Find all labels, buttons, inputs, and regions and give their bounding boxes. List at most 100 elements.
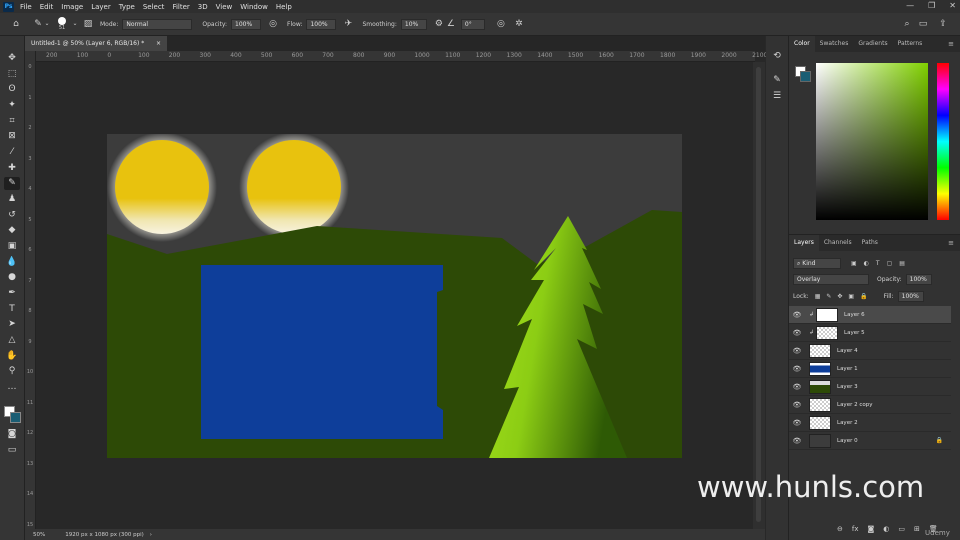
- panel-menu-icon[interactable]: ≡: [948, 40, 954, 48]
- mode-select[interactable]: Normal: [122, 18, 193, 30]
- link-layers-icon[interactable]: ⊖: [837, 525, 843, 533]
- eye-icon[interactable]: 👁: [789, 419, 805, 427]
- move-tool-icon[interactable]: ✥: [4, 52, 20, 65]
- layer-name[interactable]: Layer 2 copy: [837, 402, 872, 408]
- minimize-icon[interactable]: —: [906, 1, 914, 10]
- layer-name[interactable]: Layer 4: [837, 348, 858, 354]
- tab-swatches[interactable]: Swatches: [815, 36, 854, 52]
- layer-row[interactable]: 👁 Layer 0 🔒: [789, 432, 951, 450]
- opacity-field[interactable]: 100%: [231, 18, 262, 30]
- gradient-tool-icon[interactable]: ▣: [4, 240, 20, 253]
- vertical-scrollbar[interactable]: [753, 62, 765, 529]
- layers-panel-menu-icon[interactable]: ≡: [948, 239, 954, 247]
- fill-field[interactable]: 100%: [897, 291, 924, 302]
- symmetry-icon[interactable]: ✲: [513, 18, 525, 30]
- eye-icon[interactable]: 👁: [789, 401, 805, 409]
- document-canvas[interactable]: [107, 134, 682, 458]
- eyedropper-icon[interactable]: ⁄: [4, 146, 20, 159]
- layer-name[interactable]: Layer 2: [837, 420, 858, 426]
- menu-help[interactable]: Help: [276, 3, 292, 11]
- brush-tool-icon[interactable]: ✎: [4, 177, 20, 190]
- tab-patterns[interactable]: Patterns: [893, 36, 928, 52]
- layer-row[interactable]: 👁 Layer 1: [789, 360, 951, 378]
- history-brush-icon[interactable]: ↺: [4, 209, 20, 222]
- pen-tool-icon[interactable]: ✒: [4, 287, 20, 300]
- menu-file[interactable]: File: [20, 3, 32, 11]
- lock-icons[interactable]: ▦✎✥▣🔒: [815, 293, 874, 300]
- scroll-thumb[interactable]: [756, 67, 761, 522]
- menu-3d[interactable]: 3D: [198, 3, 208, 11]
- gear-icon[interactable]: ⚙: [433, 18, 445, 30]
- search-icon[interactable]: ⌕: [901, 18, 913, 30]
- blur-tool-icon[interactable]: 💧: [4, 256, 20, 269]
- layer-filter-icons[interactable]: ▣◐T▢▤: [851, 260, 912, 267]
- layer-filter-select[interactable]: ⌕ Kind: [793, 258, 841, 269]
- add-mask-icon[interactable]: ◙: [867, 525, 874, 533]
- brush-settings-icon[interactable]: ▨: [82, 18, 94, 30]
- tab-channels[interactable]: Channels: [819, 235, 857, 251]
- background-color-swatch[interactable]: [10, 412, 21, 423]
- menu-view[interactable]: View: [216, 3, 233, 11]
- layer-opacity-field[interactable]: 100%: [905, 274, 932, 285]
- layer-name[interactable]: Layer 5: [844, 330, 865, 336]
- path-select-icon[interactable]: ➤: [4, 318, 20, 331]
- screen-mode-icon[interactable]: ▭: [4, 444, 20, 457]
- layer-row[interactable]: 👁 Layer 4: [789, 342, 951, 360]
- panel-background-swatch[interactable]: [800, 71, 811, 82]
- hand-tool-icon[interactable]: ✋: [4, 350, 20, 363]
- dodge-tool-icon[interactable]: ●: [4, 271, 20, 284]
- adjustments-panel-icon[interactable]: ☰: [769, 90, 785, 103]
- share-icon[interactable]: ⇪: [937, 18, 949, 30]
- close-tab-icon[interactable]: ×: [156, 36, 161, 51]
- layer-row[interactable]: 👁 ↲ Layer 6: [789, 306, 951, 324]
- marquee-tool-icon[interactable]: ⬚: [4, 68, 20, 81]
- eye-icon[interactable]: 👁: [789, 311, 805, 319]
- tab-color[interactable]: Color: [789, 36, 815, 52]
- menu-window[interactable]: Window: [240, 3, 268, 11]
- type-tool-icon[interactable]: T: [4, 303, 20, 316]
- smoothing-field[interactable]: 10%: [400, 18, 427, 30]
- document-tab[interactable]: Untitled-1 @ 50% (Layer 6, RGB/16) * ×: [25, 36, 167, 51]
- eye-icon[interactable]: 👁: [789, 383, 805, 391]
- workspace-icon[interactable]: ▭: [917, 18, 929, 30]
- new-layer-icon[interactable]: ⊞: [914, 525, 920, 533]
- menu-filter[interactable]: Filter: [172, 3, 189, 11]
- lasso-tool-icon[interactable]: ʘ: [4, 83, 20, 96]
- menu-layer[interactable]: Layer: [91, 3, 111, 11]
- pressure-opacity-icon[interactable]: ◎: [267, 18, 279, 30]
- menu-edit[interactable]: Edit: [40, 3, 54, 11]
- flow-field[interactable]: 100%: [306, 18, 337, 30]
- quick-mask-icon[interactable]: ◙: [4, 428, 20, 441]
- eraser-icon[interactable]: ◆: [4, 224, 20, 237]
- adjustment-layer-icon[interactable]: ◐: [883, 525, 889, 533]
- color-field[interactable]: [816, 63, 928, 220]
- pressure-size-icon[interactable]: ◎: [495, 18, 507, 30]
- blend-mode-select[interactable]: Overlay: [793, 274, 869, 285]
- layer-row[interactable]: 👁 Layer 2: [789, 414, 951, 432]
- menu-select[interactable]: Select: [143, 3, 165, 11]
- more-tools-icon[interactable]: …: [4, 381, 20, 394]
- tab-paths[interactable]: Paths: [857, 235, 883, 251]
- layer-row[interactable]: 👁 Layer 2 copy: [789, 396, 951, 414]
- frame-tool-icon[interactable]: ⊠: [4, 130, 20, 143]
- layer-row[interactable]: 👁 ↲ Layer 5: [789, 324, 951, 342]
- menu-image[interactable]: Image: [61, 3, 83, 11]
- layer-name[interactable]: Layer 0: [837, 438, 858, 444]
- shape-tool-icon[interactable]: △: [4, 334, 20, 347]
- maximize-icon[interactable]: ❐: [928, 1, 935, 10]
- layer-name[interactable]: Layer 6: [844, 312, 865, 318]
- layer-row[interactable]: 👁 Layer 3: [789, 378, 951, 396]
- stamp-tool-icon[interactable]: ♟: [4, 193, 20, 206]
- angle-field[interactable]: 0°: [460, 18, 485, 30]
- brushes-panel-icon[interactable]: ✎: [769, 74, 785, 87]
- eye-icon[interactable]: 👁: [789, 329, 805, 337]
- hue-slider[interactable]: [937, 63, 949, 220]
- layer-style-icon[interactable]: fx: [852, 525, 859, 533]
- crop-tool-icon[interactable]: ⌗: [4, 115, 20, 128]
- new-group-icon[interactable]: ▭: [898, 525, 905, 533]
- layer-name[interactable]: Layer 3: [837, 384, 858, 390]
- brush-tool-icon[interactable]: ✎: [32, 18, 44, 30]
- close-icon[interactable]: ✕: [949, 1, 956, 10]
- airbrush-icon[interactable]: ✈: [342, 18, 354, 30]
- zoom-tool-icon[interactable]: ⚲: [4, 365, 20, 378]
